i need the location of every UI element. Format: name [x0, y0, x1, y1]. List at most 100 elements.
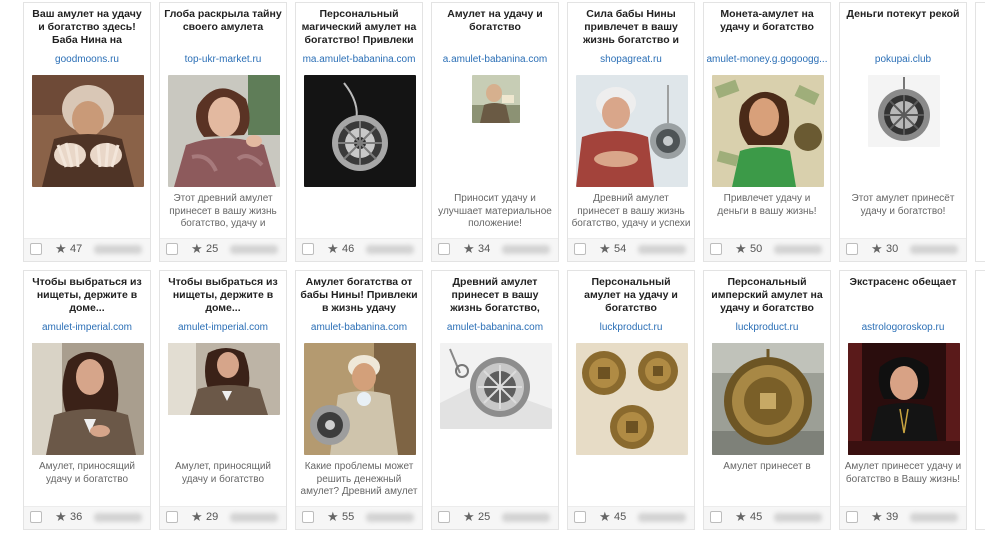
old-woman-crystal-photo[interactable] [304, 343, 416, 455]
star-icon: ★ [191, 241, 203, 256]
checkbox-icon[interactable] [166, 243, 178, 255]
checkbox-icon[interactable] [30, 243, 42, 255]
card-domain-link[interactable]: amulet-imperial.com [26, 322, 148, 333]
star-icon: ★ [735, 241, 747, 256]
card-description [299, 193, 419, 231]
card-title[interactable]: Монета-амулет на удачу и богатство [708, 8, 826, 46]
card-domain-link[interactable]: amulet-babanina.com [298, 322, 420, 333]
amulet-dark-photo[interactable] [304, 75, 416, 187]
card-description: Этот амулет принесёт удачу и богатство! [851, 193, 955, 217]
blurred-metric [230, 513, 278, 522]
teaser-card[interactable]: Персональный амулет на удачу и богатство… [567, 270, 695, 530]
card-domain-link[interactable]: ma.amulet-babanina.com [298, 54, 420, 65]
card-footer: ★ 25 [432, 506, 558, 529]
card-description: Древний амулет принесет в вашу жизнь бог… [571, 193, 691, 231]
card-domain-link[interactable]: amulet-money.g.gogoogg... [706, 54, 828, 65]
amulet-white-photo[interactable] [868, 75, 940, 147]
rating-value: 45 [614, 511, 627, 523]
card-title[interactable]: Чтобы выбраться из нищеты, держите в дом… [164, 276, 282, 314]
card-footer: ★ 45 [568, 506, 694, 529]
card-description: Амулет принесет удачу и богатство в Вашу… [844, 461, 962, 485]
card-domain-link[interactable]: luckproduct.ru [706, 322, 828, 333]
card-title[interactable]: Экстрасенс обещает [844, 276, 962, 314]
card-description: Амулет, приносящий удачу и богатство [39, 461, 135, 485]
card-domain-link[interactable]: luckproduct.ru [570, 322, 692, 333]
card-title[interactable]: Сила бабы Нины привлечет в вашу жизнь бо… [572, 8, 690, 46]
rating-value: 50 [750, 243, 763, 255]
checkbox-icon[interactable] [30, 511, 42, 523]
card-domain-link[interactable]: pokupai.club [842, 54, 964, 65]
checkbox-icon[interactable] [166, 511, 178, 523]
card-domain-link[interactable]: amulet-imperial.com [162, 322, 284, 333]
teaser-card[interactable]: Амулет богатства от бабы Нины! Привлеки … [295, 270, 423, 530]
woman-room-photo-2[interactable] [168, 343, 280, 415]
checkbox-icon[interactable] [846, 243, 858, 255]
teaser-card[interactable]: Чтобы выбраться из нищеты, держите в дом… [159, 270, 287, 530]
teaser-card[interactable]: Экстрасенс обещает astrologoroskop.ru Ам… [839, 270, 967, 530]
rating-value: 45 [750, 511, 763, 523]
card-footer: ★ 39 [840, 506, 966, 529]
card-title[interactable]: Деньги потекут рекой [844, 8, 962, 46]
rating-value: 25 [206, 243, 219, 255]
card-domain-link[interactable]: shopagreat.ru [570, 54, 692, 65]
card-title[interactable]: Чтобы выбраться из нищеты, держите в дом… [28, 276, 146, 314]
woman-hands-photo[interactable] [32, 75, 144, 187]
card-title[interactable]: Глоба раскрыла тайну своего амулета [164, 8, 282, 46]
teaser-card[interactable]: Монета-амулет на удачу и богатство amule… [703, 2, 831, 262]
checkbox-icon[interactable] [302, 243, 314, 255]
teaser-card[interactable]: Персональный имперский амулет на удачу и… [703, 270, 831, 530]
amulet-silver-photo[interactable] [440, 343, 552, 429]
money-woman-photo[interactable] [712, 75, 824, 187]
rating-value: 34 [478, 243, 491, 255]
card-domain-link[interactable]: goodmoons.ru [26, 54, 148, 65]
teaser-card[interactable]: Древний амулет принесет в вашу жизнь бог… [431, 270, 559, 530]
card-title[interactable]: Амулет богатства от бабы Нины! Привлеки … [300, 276, 418, 314]
old-woman-amulet-photo[interactable] [576, 75, 688, 187]
teaser-card[interactable]: Ваш амулет на удачу и богатство здесь! Б… [23, 2, 151, 262]
star-icon: ★ [327, 509, 339, 524]
star-icon: ★ [871, 509, 883, 524]
card-domain-link[interactable]: amulet-babanina.com [434, 322, 556, 333]
checkbox-icon[interactable] [846, 511, 858, 523]
star-icon: ★ [463, 241, 475, 256]
gold-amulet-photo[interactable] [712, 343, 824, 455]
blurred-metric [502, 245, 550, 254]
blurred-metric [366, 513, 414, 522]
checkbox-icon[interactable] [438, 511, 450, 523]
checkbox-icon[interactable] [438, 243, 450, 255]
card-domain-link[interactable]: astrologoroskop.ru [842, 322, 964, 333]
checkbox-icon[interactable] [710, 243, 722, 255]
blurred-metric [910, 245, 958, 254]
card-title[interactable]: Персональный имперский амулет на удачу и… [708, 276, 826, 314]
teaser-card[interactable]: Глоба раскрыла тайну своего амулета top-… [159, 2, 287, 262]
teaser-card[interactable]: Деньги потекут рекой pokupai.club Этот а… [839, 2, 967, 262]
card-description: Какие проблемы может решить денежный аму… [300, 461, 418, 499]
card-title[interactable]: Древний амулет принесет в вашу жизнь бог… [436, 276, 554, 314]
actress-photo[interactable] [168, 75, 280, 187]
blurred-metric [638, 513, 686, 522]
card-domain-link[interactable]: a.amulet-babanina.com [434, 54, 556, 65]
rating-value: 25 [478, 511, 491, 523]
blurred-metric [774, 245, 822, 254]
card-title[interactable]: Персональный магический амулет на богатс… [300, 8, 418, 46]
woman-room-photo[interactable] [32, 343, 144, 455]
checkbox-icon[interactable] [574, 511, 586, 523]
checkbox-icon[interactable] [710, 511, 722, 523]
psychic-woman-photo[interactable] [848, 343, 960, 455]
star-icon: ★ [599, 241, 611, 256]
teaser-card[interactable]: Сила бабы Нины привлечет в вашу жизнь бо… [567, 2, 695, 262]
card-footer: ★ 46 [296, 238, 422, 261]
coins-photo[interactable] [576, 343, 688, 455]
blurred-metric [366, 245, 414, 254]
card-title[interactable]: Ваш амулет на удачу и богатство здесь! Б… [28, 8, 146, 46]
teaser-card[interactable]: Чтобы выбраться из нищеты, держите в дом… [23, 270, 151, 530]
card-title[interactable]: Персональный амулет на удачу и богатство [572, 276, 690, 314]
teaser-card[interactable]: Персональный магический амулет на богатс… [295, 2, 423, 262]
card-domain-link[interactable]: top-ukr-market.ru [162, 54, 284, 65]
card-title[interactable]: Амулет на удачу и богатство [436, 8, 554, 46]
small-man-photo[interactable] [472, 75, 520, 123]
checkbox-icon[interactable] [574, 243, 586, 255]
checkbox-icon[interactable] [302, 511, 314, 523]
teaser-card[interactable]: Амулет на удачу и богатство a.amulet-bab… [431, 2, 559, 262]
blurred-metric [638, 245, 686, 254]
